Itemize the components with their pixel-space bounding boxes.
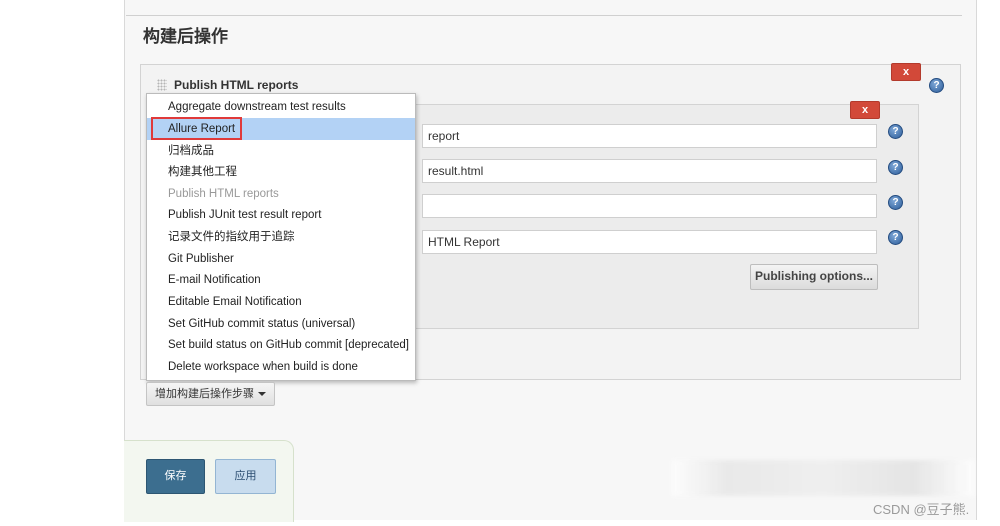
index-pages-field[interactable]: [422, 159, 877, 183]
block-title: Publish HTML reports: [174, 78, 299, 92]
add-step-label: 增加构建后操作步骤: [155, 388, 254, 400]
help-icon[interactable]: ?: [888, 124, 903, 139]
delete-report-button[interactable]: x: [850, 101, 880, 119]
html-directory-field[interactable]: [422, 124, 877, 148]
blurred-footer: [672, 460, 974, 496]
menu-item[interactable]: Set GitHub commit status (universal): [147, 313, 415, 335]
apply-button[interactable]: 应用: [215, 459, 276, 494]
menu-item: Publish HTML reports: [168, 188, 279, 200]
delete-block-button[interactable]: x: [891, 63, 921, 81]
menu-item[interactable]: Git Publisher: [147, 248, 415, 270]
menu-item[interactable]: Editable Email Notification: [147, 291, 415, 313]
menu-item[interactable]: E-mail Notification: [147, 269, 415, 291]
menu-item[interactable]: Set build status on GitHub commit [depre…: [147, 334, 415, 356]
index-titles-field[interactable]: [422, 194, 877, 218]
menu-item[interactable]: Publish JUnit test result report: [147, 204, 415, 226]
help-icon[interactable]: ?: [888, 195, 903, 210]
help-icon[interactable]: ?: [888, 160, 903, 175]
report-title-field[interactable]: [422, 230, 877, 254]
drag-handle-icon[interactable]: [157, 79, 167, 91]
menu-item[interactable]: 归档成品: [147, 140, 415, 162]
menu-item[interactable]: 构建其他工程: [147, 161, 415, 183]
help-icon[interactable]: ?: [929, 78, 944, 93]
menu-item[interactable]: Delete workspace when build is done: [147, 356, 415, 378]
help-icon[interactable]: ?: [888, 230, 903, 245]
menu-item[interactable]: Aggregate downstream test results: [147, 96, 415, 118]
publishing-options-button[interactable]: Publishing options...: [750, 264, 878, 290]
section-title: 构建后操作: [143, 27, 228, 46]
save-button[interactable]: 保存: [146, 459, 205, 494]
add-post-build-step-button[interactable]: 增加构建后操作步骤: [146, 382, 275, 406]
divider: [126, 15, 962, 16]
menu-item[interactable]: 记录文件的指纹用于追踪: [147, 226, 415, 248]
annotation-highlight-box: [151, 117, 242, 140]
chevron-down-icon: [258, 392, 266, 396]
watermark: CSDN @豆子熊.: [873, 502, 970, 517]
